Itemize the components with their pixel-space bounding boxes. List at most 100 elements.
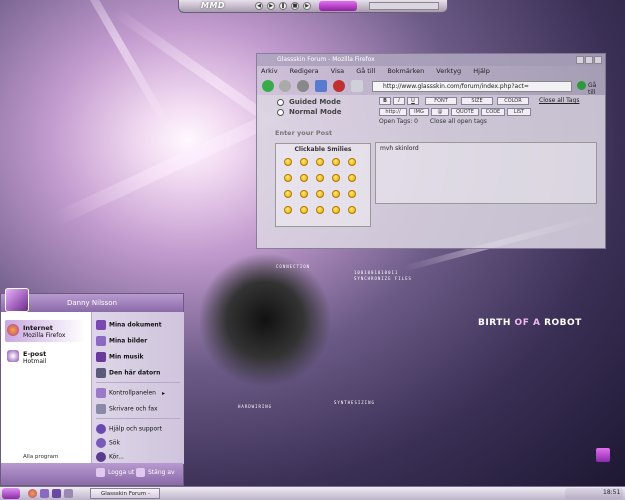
quicklaunch-icon[interactable]	[40, 489, 49, 498]
smiley-icon[interactable]	[332, 158, 340, 166]
recycle-bin-icon[interactable]	[596, 448, 610, 462]
smiley-icon[interactable]	[300, 190, 308, 198]
run-item[interactable]: Kör...	[96, 452, 124, 462]
menu-ga-till[interactable]: Gå till	[356, 67, 375, 75]
open-tags-label: Open Tags:	[379, 118, 413, 125]
menu-hjalp[interactable]: Hjälp	[473, 67, 490, 75]
smiley-icon[interactable]	[316, 174, 324, 182]
smiley-icon[interactable]	[348, 190, 356, 198]
smiley-icon[interactable]	[284, 206, 292, 214]
smiley-icon[interactable]	[332, 206, 340, 214]
printers-item[interactable]: Skrivare och fax	[96, 404, 158, 414]
guided-mode-option[interactable]: Guided Mode	[277, 98, 341, 106]
menu-redigera[interactable]: Redigera	[290, 67, 319, 75]
item-label: Den här datorn	[109, 369, 161, 377]
menu-verktyg[interactable]: Verktyg	[436, 67, 461, 75]
smiley-icon[interactable]	[300, 158, 308, 166]
stop-button[interactable]: ■	[291, 2, 299, 10]
pinned-internet[interactable]: Internet Mozilla Firefox	[5, 320, 85, 342]
minimize-button[interactable]	[576, 56, 584, 64]
taskbar-task-firefox[interactable]: Glassskin Forum -	[90, 488, 160, 499]
my-computer-item[interactable]: Den här datorn	[96, 368, 160, 378]
smiley-icon[interactable]	[284, 158, 292, 166]
underline-button[interactable]: U	[407, 97, 419, 105]
reload-icon[interactable]	[297, 80, 309, 92]
back-icon[interactable]	[262, 80, 274, 92]
home-icon[interactable]	[351, 80, 363, 92]
stop-icon[interactable]	[333, 80, 345, 92]
all-programs-button[interactable]: Alla program	[23, 454, 58, 460]
go-icon[interactable]	[577, 81, 586, 90]
quicklaunch-icon[interactable]	[52, 489, 61, 498]
quote-tag-button[interactable]: QUOTE	[451, 108, 479, 116]
bold-button[interactable]: B	[379, 97, 391, 105]
item-label: Kör...	[109, 453, 124, 461]
list-tag-button[interactable]: LIST	[507, 108, 531, 116]
maximize-button[interactable]	[585, 56, 593, 64]
post-textarea[interactable]: mvh skinlord	[375, 142, 597, 204]
prev-button[interactable]: ◀	[255, 2, 263, 10]
smiley-icon[interactable]	[284, 190, 292, 198]
go-button[interactable]: Gå till	[588, 82, 605, 96]
color-select[interactable]: COLOR	[497, 97, 529, 105]
help-item[interactable]: Hjälp och support	[96, 424, 162, 434]
font-select[interactable]: FONT	[425, 97, 457, 105]
control-panel-item[interactable]: Kontrollpanelen ▸	[96, 388, 165, 398]
normal-mode-option[interactable]: Normal Mode	[277, 108, 342, 116]
pause-button[interactable]: ❚	[279, 2, 287, 10]
media-player-bar: MMD ◀ ▶ ❚ ■ ▶	[178, 0, 448, 13]
smiley-icon[interactable]	[332, 190, 340, 198]
avatar	[5, 288, 29, 312]
help-icon	[96, 424, 106, 434]
deco-text: HARDWIRING	[238, 404, 273, 409]
headline-of: OF A	[514, 318, 541, 328]
shut-down-button[interactable]: Stäng av	[136, 468, 175, 477]
printer-icon	[96, 404, 106, 414]
menu-bokmarken[interactable]: Bokmärken	[387, 67, 424, 75]
italic-button[interactable]: I	[393, 97, 405, 105]
smiley-icon[interactable]	[316, 190, 324, 198]
close-all-open-tags-link[interactable]: Close all open tags	[430, 118, 487, 125]
code-tag-button[interactable]: CODE	[481, 108, 505, 116]
power-icon	[136, 468, 145, 477]
smiley-icon[interactable]	[316, 158, 324, 166]
log-off-button[interactable]: Logga ut	[96, 468, 134, 477]
bookmark-icon[interactable]	[315, 80, 327, 92]
pinned-email[interactable]: E-post Hotmail	[5, 346, 85, 368]
url-input[interactable]: http://www.glassskin.com/forum/index.php…	[372, 81, 572, 92]
smilies-panel: Clickable Smilies	[275, 143, 371, 227]
smiley-icon[interactable]	[300, 206, 308, 214]
search-item[interactable]: Sök	[96, 438, 120, 448]
start-button[interactable]	[2, 488, 20, 499]
play-button[interactable]: ▶	[267, 2, 275, 10]
firefox-quicklaunch-icon[interactable]	[28, 489, 37, 498]
smiley-icon[interactable]	[348, 206, 356, 214]
smiley-icon[interactable]	[284, 174, 292, 182]
radio-icon	[277, 108, 284, 116]
size-select[interactable]: SIZE	[461, 97, 493, 105]
browser-navbar: http://www.glassskin.com/forum/index.php…	[257, 77, 605, 96]
smiley-icon[interactable]	[300, 174, 308, 182]
smiley-icon[interactable]	[348, 158, 356, 166]
computer-icon	[96, 368, 106, 378]
smiley-icon[interactable]	[316, 206, 324, 214]
media-info-display	[369, 2, 439, 10]
close-button[interactable]	[594, 56, 602, 64]
close-all-tags-link[interactable]: Close all Tags	[539, 97, 579, 104]
menu-visa[interactable]: Visa	[331, 67, 344, 75]
img-tag-button[interactable]: IMG	[409, 108, 429, 116]
my-pictures-item[interactable]: Mina bilder	[96, 336, 147, 346]
menu-arkiv[interactable]: Arkiv	[261, 67, 278, 75]
url-tag-button[interactable]: http://	[379, 108, 407, 116]
email-icon	[7, 350, 19, 362]
email-tag-button[interactable]: @	[431, 108, 449, 116]
next-button[interactable]: ▶	[303, 2, 311, 10]
smiley-icon[interactable]	[348, 174, 356, 182]
control-panel-icon	[96, 388, 106, 398]
item-label: Skrivare och fax	[109, 405, 158, 413]
smiley-icon[interactable]	[332, 174, 340, 182]
forward-icon[interactable]	[279, 80, 291, 92]
quicklaunch-icon[interactable]	[64, 489, 73, 498]
my-music-item[interactable]: Min musik	[96, 352, 144, 362]
my-documents-item[interactable]: Mina dokument	[96, 320, 162, 330]
